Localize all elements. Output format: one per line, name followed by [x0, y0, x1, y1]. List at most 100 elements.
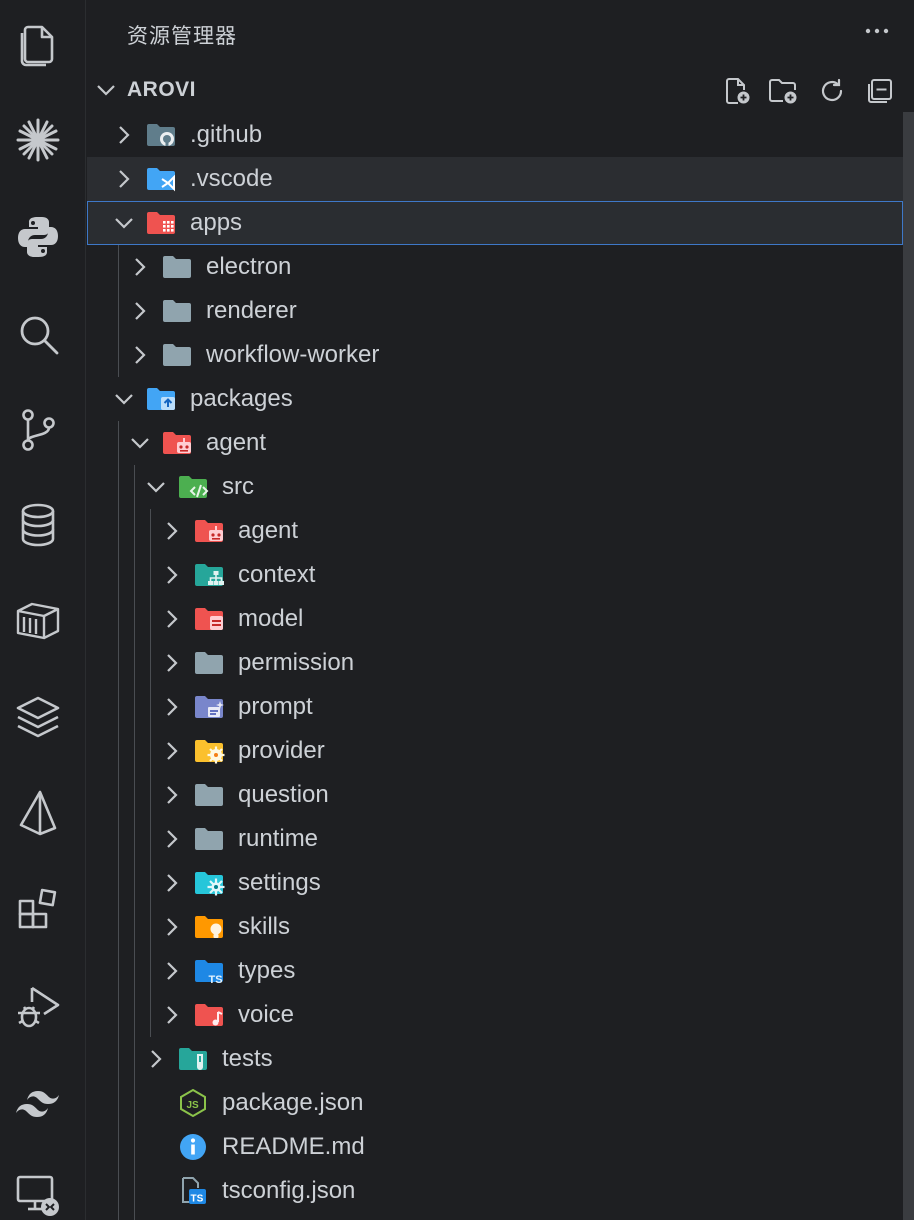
tailwind-icon[interactable] [13, 1078, 63, 1128]
svg-text:JS: JS [187, 1100, 200, 1111]
indent-guide [118, 421, 119, 1220]
tree-row[interactable]: settings [87, 861, 903, 905]
more-actions-icon[interactable] [862, 16, 892, 46]
chevron-right-icon[interactable] [161, 696, 183, 718]
tree-row[interactable]: voice [87, 993, 903, 1037]
tree-item-label: tsconfig.json [222, 1177, 356, 1204]
chevron-right-icon[interactable] [161, 872, 183, 894]
tree-item-label: agent [238, 517, 299, 544]
tree-row[interactable]: packages [87, 377, 903, 421]
tree-item-label: renderer [206, 297, 297, 324]
chevron-right-icon[interactable] [161, 740, 183, 762]
chevron-right-icon[interactable] [161, 828, 183, 850]
tree-item-label: prompt [238, 693, 313, 720]
workspace-section-header[interactable]: AROVI [87, 68, 914, 112]
chevron-right-icon[interactable] [161, 960, 183, 982]
tree-item-label: settings [238, 869, 321, 896]
tree-row[interactable]: renderer [87, 289, 903, 333]
scrollbar[interactable] [903, 112, 914, 1220]
tree-row[interactable]: provider [87, 729, 903, 773]
chevron-right-icon[interactable] [161, 784, 183, 806]
tree-row[interactable]: agent [87, 421, 903, 465]
tree-row[interactable]: prompt [87, 685, 903, 729]
remote-explorer-icon[interactable] [13, 1168, 63, 1218]
folder-icon [193, 781, 225, 809]
layers-icon[interactable] [13, 692, 63, 742]
explorer-icon[interactable] [13, 20, 63, 70]
tree-row[interactable]: electron [87, 245, 903, 289]
folder-packages-icon [145, 385, 177, 413]
chevron-right-icon[interactable] [161, 916, 183, 938]
tree-row[interactable]: runtime [87, 817, 903, 861]
chevron-down-icon[interactable] [113, 212, 135, 234]
folder-robot-icon [161, 429, 193, 457]
run-debug-icon[interactable] [13, 982, 63, 1032]
explorer-title: 资源管理器 [127, 25, 237, 48]
tree-row[interactable]: permission [87, 641, 903, 685]
tree-row[interactable]: TS tsconfig.json [87, 1169, 903, 1213]
tree-item-label: package.json [222, 1089, 364, 1116]
new-file-icon[interactable] [720, 74, 754, 108]
chevron-right-icon[interactable] [129, 300, 151, 322]
extensions-icon[interactable] [13, 885, 63, 935]
chevron-down-icon [97, 85, 115, 96]
chevron-down-icon[interactable] [113, 388, 135, 410]
folder-settings-icon [193, 869, 225, 897]
collapse-all-icon[interactable] [863, 74, 897, 108]
chevron-right-icon[interactable] [129, 344, 151, 366]
tree-item-label: workflow-worker [206, 341, 380, 368]
tree-row[interactable]: .github [87, 113, 903, 157]
tree-row[interactable]: .vscode [87, 157, 903, 201]
new-folder-icon[interactable] [766, 74, 800, 108]
python-icon[interactable] [13, 212, 63, 262]
tree-row[interactable]: README.md [87, 1125, 903, 1169]
chevron-right-icon[interactable] [161, 564, 183, 586]
chevron-right-icon[interactable] [161, 608, 183, 630]
chevron-right-icon[interactable] [145, 1048, 167, 1070]
folder-model-icon [193, 605, 225, 633]
tree-row[interactable]: model [87, 597, 903, 641]
tree-row[interactable]: JS package.json [87, 1081, 903, 1125]
folder-tests-icon [177, 1045, 209, 1073]
tree-item-label: .vscode [190, 165, 273, 192]
chevron-right-icon[interactable] [161, 520, 183, 542]
folder-apps-icon [145, 209, 177, 237]
prisma-icon[interactable] [13, 788, 63, 838]
chevron-down-icon[interactable] [145, 476, 167, 498]
tree-item-label: packages [190, 385, 293, 412]
tree-row[interactable]: src [87, 465, 903, 509]
claude-icon[interactable] [13, 115, 63, 165]
tsconfig-file-icon: TS [177, 1177, 209, 1205]
chevron-right-icon[interactable] [161, 652, 183, 674]
folder-icon [193, 825, 225, 853]
folder-robot-icon [193, 517, 225, 545]
chevron-right-icon[interactable] [113, 168, 135, 190]
chevron-right-icon[interactable] [129, 256, 151, 278]
tree-row[interactable]: skills [87, 905, 903, 949]
tree-item-label: voice [238, 1001, 295, 1028]
tree-row[interactable]: agent [87, 509, 903, 553]
tree-row[interactable]: question [87, 773, 903, 817]
chevron-right-icon[interactable] [113, 124, 135, 146]
tree-row[interactable]: apps [87, 201, 903, 245]
tree-row[interactable]: TS types [87, 949, 903, 993]
indent-guide [118, 245, 119, 377]
chevron-down-icon[interactable] [129, 432, 151, 454]
tree-row[interactable]: tests [87, 1037, 903, 1081]
nodejs-file-icon: JS [177, 1088, 209, 1118]
folder-prompt-icon [193, 693, 225, 721]
tree-item-label: src [222, 473, 254, 500]
container-icon[interactable] [13, 596, 63, 646]
source-control-icon[interactable] [13, 405, 63, 455]
folder-types-icon: TS [193, 957, 225, 986]
indent-guide [134, 465, 135, 1220]
tree-row[interactable]: workflow-worker [87, 333, 903, 377]
tree-row[interactable]: context [87, 553, 903, 597]
folder-src-icon [177, 473, 209, 501]
tree-item-label: agent [206, 429, 267, 456]
scrollbar-thumb[interactable] [903, 112, 914, 1220]
chevron-right-icon[interactable] [161, 1004, 183, 1026]
search-icon[interactable] [13, 309, 63, 359]
refresh-icon[interactable] [815, 74, 849, 108]
database-icon[interactable] [13, 500, 63, 550]
